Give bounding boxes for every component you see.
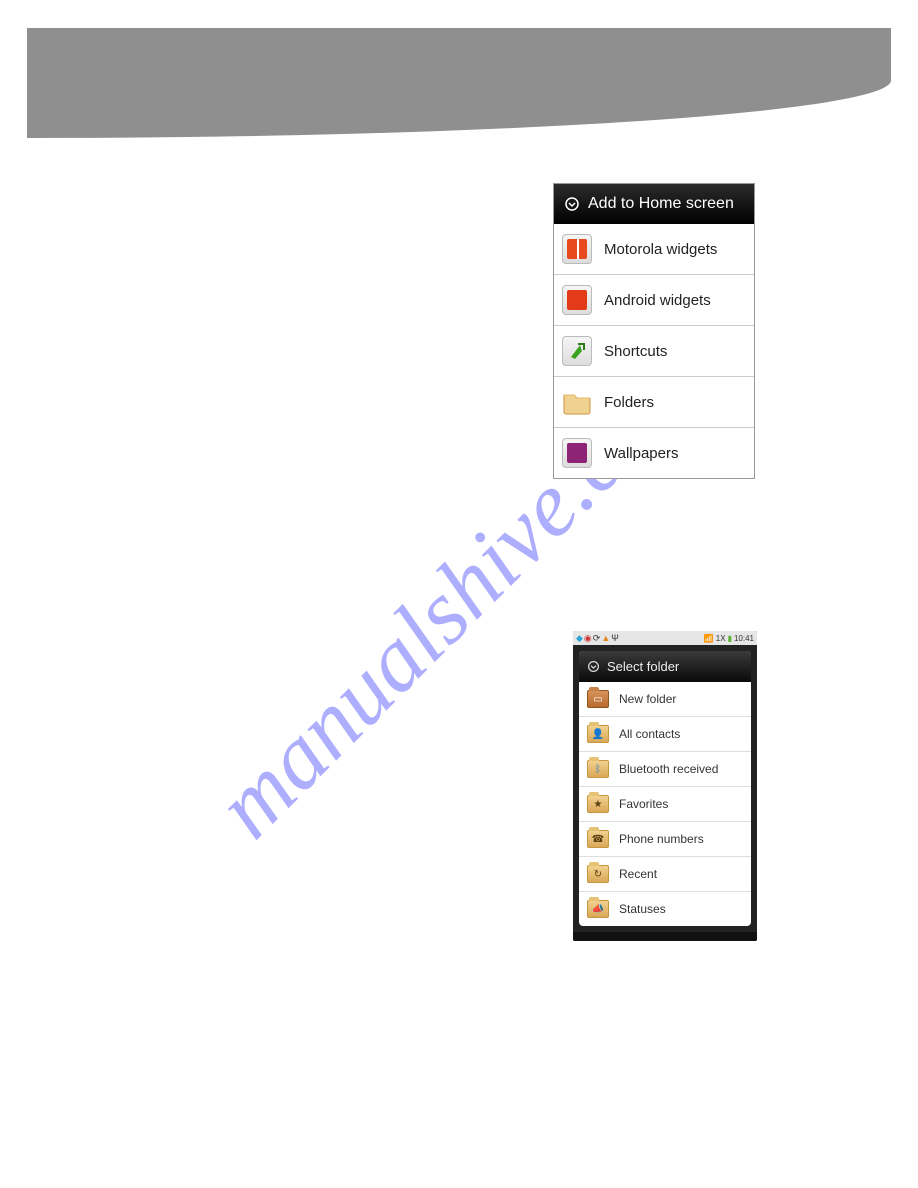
clock-down-icon — [564, 196, 580, 212]
favorites-folder-icon: ★ — [587, 795, 609, 813]
phone-folder-icon: ☎ — [587, 830, 609, 848]
folder-item-bluetooth[interactable]: ᛒ Bluetooth received — [579, 752, 751, 787]
select-folder-title: Select folder — [607, 659, 679, 674]
menu-item-android-widgets[interactable]: Android widgets — [554, 275, 754, 326]
android-widgets-icon — [562, 285, 592, 315]
clock: 10:41 — [734, 634, 754, 643]
statuses-folder-icon: 📣 — [587, 900, 609, 918]
add-to-home-menu: Add to Home screen Motorola widgets Andr… — [553, 183, 755, 479]
shortcuts-icon — [562, 336, 592, 366]
folder-item-statuses[interactable]: 📣 Statuses — [579, 892, 751, 926]
contacts-folder-icon: 👤 — [587, 725, 609, 743]
folder-item-label: Statuses — [619, 902, 666, 916]
menu-item-label: Motorola widgets — [604, 241, 717, 258]
status-bar: ◆◉⟳▲Ψ 📶 1X ▮ 10:41 — [573, 631, 757, 645]
soft-key-bar — [573, 932, 757, 941]
folder-item-label: Bluetooth received — [619, 762, 718, 776]
phone-screenshot: ◆◉⟳▲Ψ 📶 1X ▮ 10:41 Select folder ▭ New f… — [573, 631, 757, 941]
menu-item-label: Shortcuts — [604, 343, 667, 360]
clock-down-icon — [587, 660, 600, 673]
add-to-home-title: Add to Home screen — [588, 195, 734, 213]
folder-item-label: Favorites — [619, 797, 668, 811]
menu-item-label: Wallpapers — [604, 445, 678, 462]
folder-item-new-folder[interactable]: ▭ New folder — [579, 682, 751, 717]
menu-item-folders[interactable]: Folders — [554, 377, 754, 428]
folder-item-favorites[interactable]: ★ Favorites — [579, 787, 751, 822]
status-right: 📶 1X ▮ 10:41 — [704, 634, 754, 643]
recent-folder-icon: ↻ — [587, 865, 609, 883]
phone-body: Select folder ▭ New folder 👤 All contact… — [573, 645, 757, 932]
folder-item-label: Phone numbers — [619, 832, 704, 846]
folder-item-all-contacts[interactable]: 👤 All contacts — [579, 717, 751, 752]
select-folder-menu: Select folder ▭ New folder 👤 All contact… — [579, 651, 751, 926]
menu-item-wallpapers[interactable]: Wallpapers — [554, 428, 754, 478]
folders-icon — [562, 387, 592, 417]
menu-item-label: Folders — [604, 394, 654, 411]
menu-item-label: Android widgets — [604, 292, 711, 309]
folder-item-phone-numbers[interactable]: ☎ Phone numbers — [579, 822, 751, 857]
new-folder-icon: ▭ — [587, 690, 609, 708]
folder-item-label: Recent — [619, 867, 657, 881]
battery-icon: ▮ — [728, 634, 732, 643]
wallpapers-icon — [562, 438, 592, 468]
wifi-icon: 📶 — [704, 634, 714, 643]
signal-label: 1X — [716, 634, 726, 643]
menu-item-motorola-widgets[interactable]: Motorola widgets — [554, 224, 754, 275]
folder-item-label: New folder — [619, 692, 676, 706]
folder-item-label: All contacts — [619, 727, 680, 741]
page-header-band — [27, 28, 891, 138]
add-to-home-header: Add to Home screen — [554, 184, 754, 224]
motorola-widgets-icon — [562, 234, 592, 264]
menu-item-shortcuts[interactable]: Shortcuts — [554, 326, 754, 377]
folder-item-recent[interactable]: ↻ Recent — [579, 857, 751, 892]
status-notification-icons: ◆◉⟳▲Ψ — [576, 633, 620, 644]
bluetooth-folder-icon: ᛒ — [587, 760, 609, 778]
select-folder-header: Select folder — [579, 651, 751, 682]
